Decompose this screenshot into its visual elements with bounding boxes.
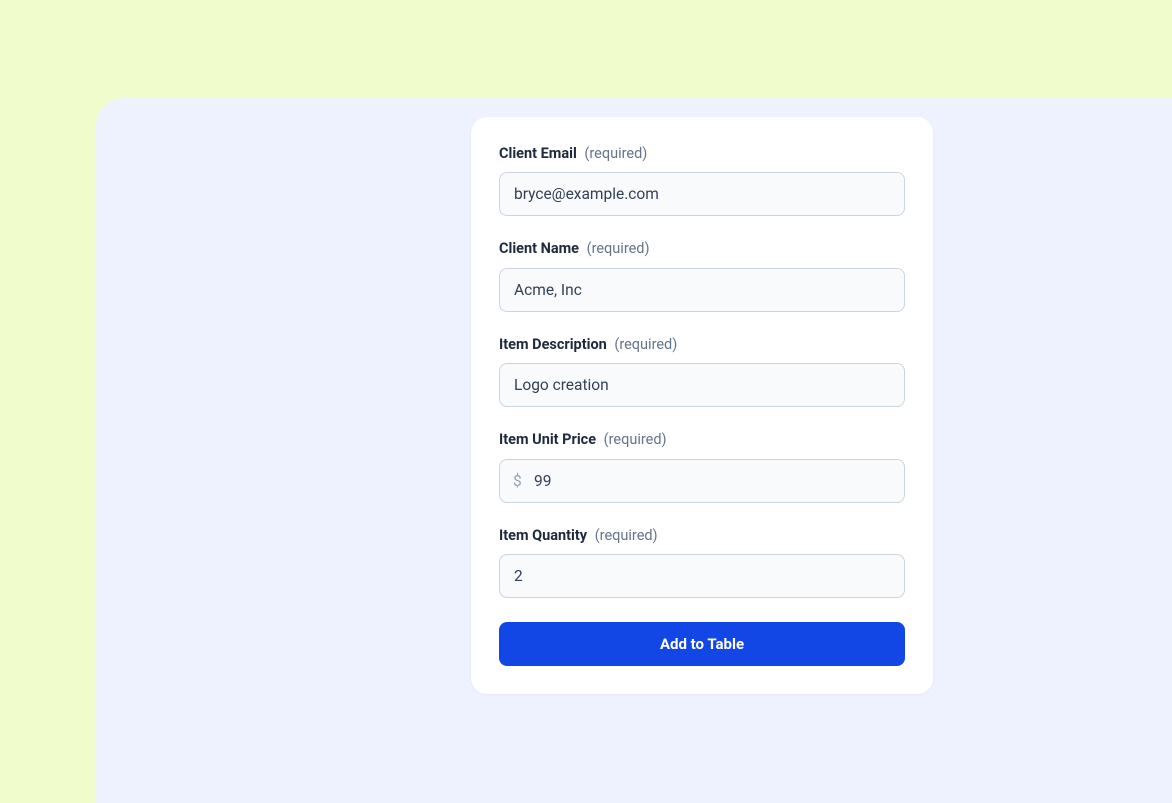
label-required-item-quantity: (required) bbox=[595, 527, 658, 544]
label-required-item-description: (required) bbox=[614, 336, 677, 353]
label-text-item-unit-price: Item Unit Price bbox=[499, 431, 596, 448]
label-client-name: Client Name (required) bbox=[499, 240, 905, 257]
input-wrap-item-unit-price: $ bbox=[499, 459, 905, 503]
label-required-item-unit-price: (required) bbox=[604, 431, 667, 448]
label-item-unit-price: Item Unit Price (required) bbox=[499, 431, 905, 448]
label-text-client-email: Client Email bbox=[499, 145, 577, 162]
item-description-input[interactable] bbox=[499, 363, 905, 407]
item-quantity-input[interactable] bbox=[499, 554, 905, 598]
client-name-input[interactable] bbox=[499, 268, 905, 312]
label-item-quantity: Item Quantity (required) bbox=[499, 527, 905, 544]
label-required-client-name: (required) bbox=[587, 240, 650, 257]
field-item-description: Item Description (required) bbox=[499, 336, 905, 407]
field-client-name: Client Name (required) bbox=[499, 240, 905, 311]
add-to-table-button[interactable]: Add to Table bbox=[499, 622, 905, 666]
label-required-client-email: (required) bbox=[584, 145, 647, 162]
field-client-email: Client Email (required) bbox=[499, 145, 905, 216]
client-email-input[interactable] bbox=[499, 172, 905, 216]
label-text-item-description: Item Description bbox=[499, 336, 607, 353]
label-text-item-quantity: Item Quantity bbox=[499, 527, 587, 544]
field-item-unit-price: Item Unit Price (required) $ bbox=[499, 431, 905, 502]
item-unit-price-input[interactable] bbox=[499, 459, 905, 503]
label-item-description: Item Description (required) bbox=[499, 336, 905, 353]
label-text-client-name: Client Name bbox=[499, 240, 579, 257]
field-item-quantity: Item Quantity (required) bbox=[499, 527, 905, 598]
form-card: Client Email (required) Client Name (req… bbox=[471, 117, 933, 694]
label-client-email: Client Email (required) bbox=[499, 145, 905, 162]
